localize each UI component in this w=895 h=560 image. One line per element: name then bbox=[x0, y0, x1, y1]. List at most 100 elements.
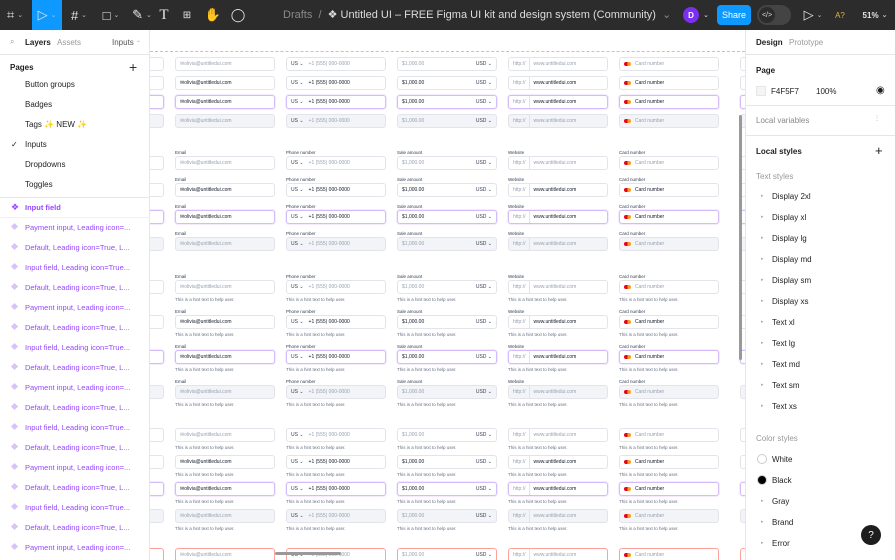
amount-input[interactable]: $ 1,000.00 USD ⌄ bbox=[397, 57, 497, 71]
comment-icon[interactable]: ◯ bbox=[229, 0, 247, 30]
color-style-item[interactable]: ▸ Gray bbox=[761, 497, 789, 506]
text-style-item[interactable]: ▸ Display xs bbox=[761, 297, 808, 306]
card-number-input[interactable]: Card number bbox=[619, 210, 719, 224]
expand-icon[interactable]: ▸ bbox=[761, 193, 764, 199]
layer-item[interactable]: Default, Leading icon=True, L... bbox=[10, 522, 130, 532]
pen-tool-icon[interactable]: ✎ ⌄ bbox=[127, 0, 157, 30]
search-icon[interactable]: ⌕ bbox=[10, 37, 14, 47]
text-style-item[interactable]: ▸ Text lg bbox=[761, 339, 795, 348]
share-button[interactable]: Share bbox=[717, 5, 751, 25]
layer-item[interactable]: Payment input, Leading icon=... bbox=[10, 302, 130, 312]
card-number-input[interactable]: Card number bbox=[619, 114, 719, 128]
text-style-item[interactable]: ▸ Text md bbox=[761, 360, 800, 369]
email-input[interactable]: ✉ olivia@untitledui.com bbox=[175, 156, 275, 170]
layer-item[interactable]: Default, Leading icon=True, L... bbox=[10, 322, 130, 332]
card-number-input[interactable]: Card number bbox=[619, 315, 719, 329]
text-style-item[interactable]: ▸ Display lg bbox=[761, 234, 807, 243]
layer-item[interactable]: Default, Leading icon=True, L... bbox=[10, 482, 130, 492]
dev-mode-toggle[interactable]: </> bbox=[757, 5, 791, 25]
card-number-input[interactable]: Card number bbox=[619, 385, 719, 399]
website-input[interactable]: http://www.untitledui.com bbox=[508, 482, 608, 496]
present-icon[interactable]: ▷ ⌄ bbox=[802, 0, 824, 30]
input-field[interactable] bbox=[150, 350, 164, 364]
amount-input[interactable]: $ 1,000.00 USD ⌄ bbox=[397, 548, 497, 560]
input-field[interactable] bbox=[150, 509, 164, 523]
amount-input[interactable]: $ 1,000.00 USD ⌄ bbox=[397, 76, 497, 90]
chevron-down-icon[interactable]: ⌄ bbox=[701, 0, 711, 30]
input-field[interactable] bbox=[150, 482, 164, 496]
website-input[interactable]: http://www.untitledui.com bbox=[508, 280, 608, 294]
input-field[interactable] bbox=[150, 280, 164, 294]
input-field[interactable] bbox=[150, 95, 164, 109]
expand-icon[interactable]: ▸ bbox=[761, 519, 764, 525]
phone-input[interactable]: US ⌄ +1 (555) 000-0000 bbox=[286, 428, 386, 442]
file-title[interactable]: ❖ Untitled UI – FREE Figma UI kit and de… bbox=[328, 9, 656, 21]
email-input[interactable]: ✉ olivia@untitledui.com bbox=[175, 183, 275, 197]
text-style-item[interactable]: ▸ Display xl bbox=[761, 213, 806, 222]
input-field[interactable] bbox=[150, 183, 164, 197]
input-field[interactable] bbox=[150, 548, 164, 560]
horizontal-scrollbar[interactable] bbox=[275, 552, 341, 555]
breadcrumb-drafts[interactable]: Drafts bbox=[283, 9, 312, 21]
layer-item[interactable]: Input field, Leading icon=True... bbox=[10, 422, 130, 432]
phone-input[interactable]: US ⌄ +1 (555) 000-0000 bbox=[286, 114, 386, 128]
phone-input[interactable]: US ⌄ +1 (555) 000-0000 bbox=[286, 315, 386, 329]
layer-item[interactable]: Default, Leading icon=True, L... bbox=[10, 402, 130, 412]
card-number-input[interactable]: Card number bbox=[619, 482, 719, 496]
email-input[interactable]: ✉ olivia@untitledui.com bbox=[175, 385, 275, 399]
website-input[interactable]: http://www.untitledui.com bbox=[508, 315, 608, 329]
breadcrumb[interactable]: Drafts / ❖ Untitled UI – FREE Figma UI k… bbox=[283, 8, 671, 21]
vertical-scrollbar[interactable] bbox=[739, 115, 742, 360]
page-item[interactable]: Button groups bbox=[0, 80, 150, 94]
expand-icon[interactable]: ▸ bbox=[761, 403, 764, 409]
amount-input[interactable]: $ 1,000.00 USD ⌄ bbox=[397, 237, 497, 251]
color-style-item[interactable]: Black bbox=[757, 475, 792, 485]
email-input[interactable]: ✉ olivia@untitledui.com bbox=[175, 548, 275, 560]
layer-item[interactable]: Payment input, Leading icon=... bbox=[10, 542, 130, 552]
email-input[interactable]: ✉ olivia@untitledui.com bbox=[175, 315, 275, 329]
expand-icon[interactable]: ▸ bbox=[761, 540, 764, 546]
text-style-item[interactable]: ▸ Display 2xl bbox=[761, 192, 811, 201]
website-input[interactable]: http://www.untitledui.com bbox=[508, 350, 608, 364]
input-field[interactable] bbox=[150, 210, 164, 224]
phone-input[interactable]: US ⌄ +1 (555) 000-0000 bbox=[286, 237, 386, 251]
amount-input[interactable]: $ 1,000.00 USD ⌄ bbox=[397, 183, 497, 197]
layer-item[interactable]: Payment input, Leading icon=... bbox=[10, 462, 130, 472]
amount-input[interactable]: $ 1,000.00 USD ⌄ bbox=[397, 114, 497, 128]
move-tool-icon[interactable]: ▷ ⌄ bbox=[32, 0, 62, 30]
amount-input[interactable]: $ 1,000.00 USD ⌄ bbox=[397, 482, 497, 496]
layer-item[interactable]: Payment input, Leading icon=... bbox=[10, 382, 130, 392]
layer-item[interactable]: Input field, Leading icon=True... bbox=[10, 262, 130, 272]
website-input[interactable]: http://www.untitledui.com bbox=[508, 385, 608, 399]
chevron-down-icon[interactable]: ⌄ bbox=[656, 9, 671, 21]
website-input[interactable]: http://www.untitledui.com bbox=[508, 210, 608, 224]
email-input[interactable]: ✉ olivia@untitledui.com bbox=[175, 280, 275, 294]
phone-input[interactable]: US ⌄ +1 (555) 000-0000 bbox=[286, 385, 386, 399]
phone-input[interactable]: US ⌄ +1 (555) 000-0000 bbox=[286, 76, 386, 90]
phone-input[interactable]: US ⌄ +1 (555) 000-0000 bbox=[286, 455, 386, 469]
expand-icon[interactable]: ▸ bbox=[761, 235, 764, 241]
page-opacity[interactable]: 100% bbox=[816, 87, 836, 96]
email-input[interactable]: ✉ olivia@untitledui.com bbox=[175, 350, 275, 364]
amount-input[interactable]: $ 1,000.00 USD ⌄ bbox=[397, 95, 497, 109]
phone-input[interactable]: US ⌄ +1 (555) 000-0000 bbox=[286, 482, 386, 496]
card-number-input[interactable]: Card number bbox=[619, 280, 719, 294]
layer-item[interactable]: Default, Leading icon=True, L... bbox=[10, 442, 130, 452]
layer-input-field[interactable]: Input field bbox=[25, 203, 61, 212]
amount-input[interactable]: $ 1,000.00 USD ⌄ bbox=[397, 428, 497, 442]
amount-input[interactable]: $ 1,000.00 USD ⌄ bbox=[397, 315, 497, 329]
email-input[interactable]: ✉ olivia@untitledui.com bbox=[175, 210, 275, 224]
layer-item[interactable]: Default, Leading icon=True, L... bbox=[10, 242, 130, 252]
amount-input[interactable]: $ 1,000.00 USD ⌄ bbox=[397, 156, 497, 170]
text-style-item[interactable]: ▸ Text xs bbox=[761, 402, 797, 411]
card-number-input[interactable]: Card number bbox=[619, 183, 719, 197]
text-style-item[interactable]: ▸ Display md bbox=[761, 255, 812, 264]
amount-input[interactable]: $ 1,000.00 USD ⌄ bbox=[397, 280, 497, 294]
layer-item[interactable]: Default, Leading icon=True, L... bbox=[10, 362, 130, 372]
color-style-item[interactable]: ▸ Brand bbox=[761, 518, 793, 527]
website-input[interactable]: http://www.untitledui.com bbox=[508, 548, 608, 560]
card-number-input[interactable]: Card number bbox=[619, 237, 719, 251]
add-style-icon[interactable]: + bbox=[875, 143, 883, 158]
expand-icon[interactable]: ▸ bbox=[761, 319, 764, 325]
phone-input[interactable]: US ⌄ +1 (555) 000-0000 bbox=[286, 183, 386, 197]
